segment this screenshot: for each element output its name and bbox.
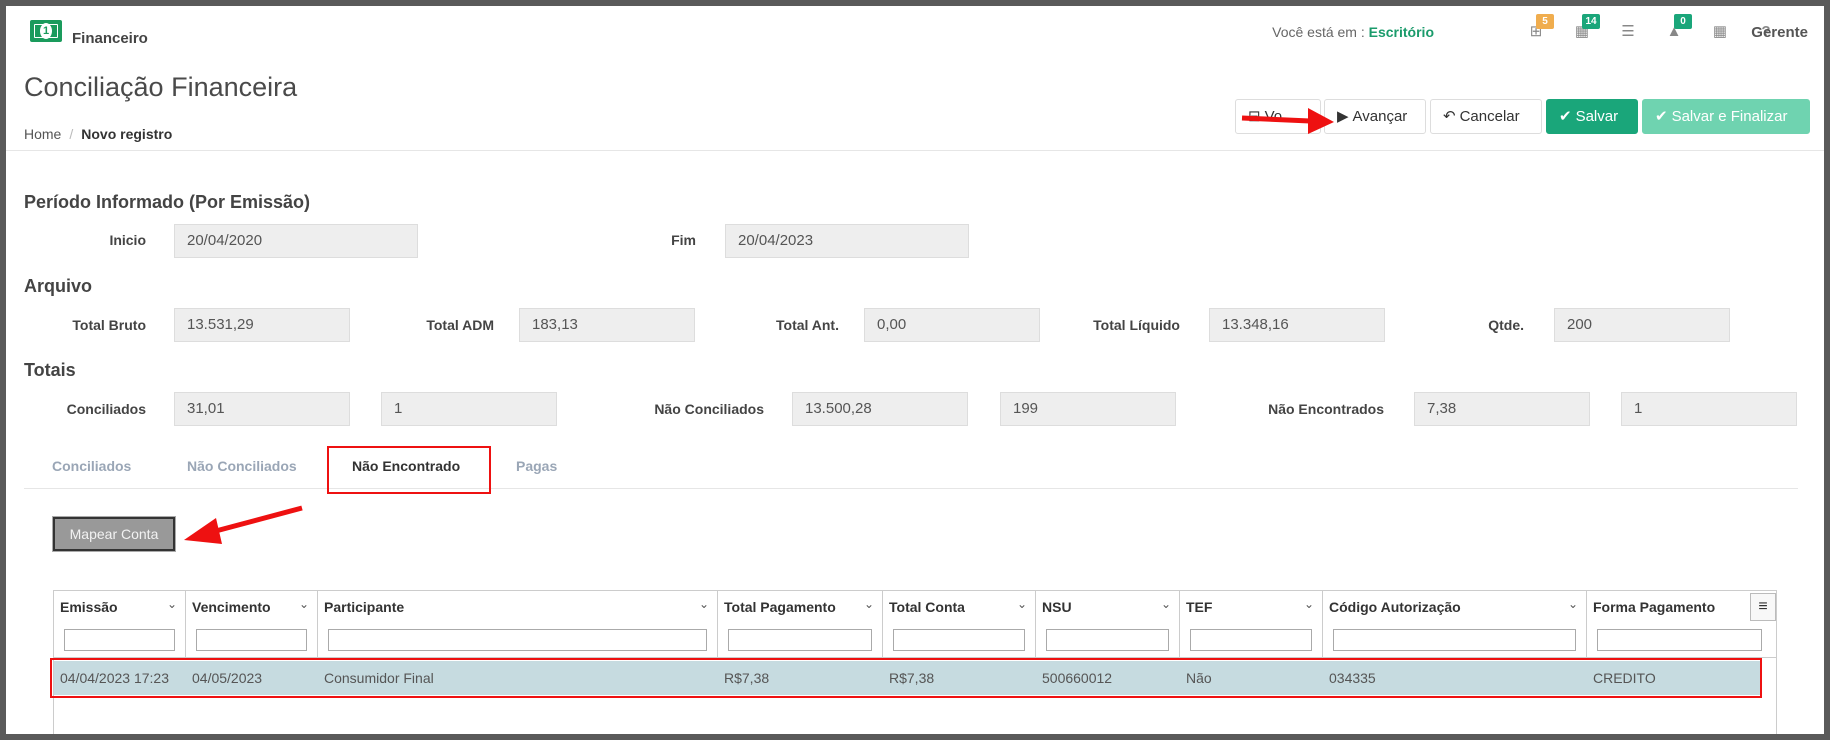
conciliados-qtd-field[interactable]: 1 <box>381 392 557 426</box>
page-title: Conciliação Financeira <box>24 72 298 102</box>
nao-conciliados-valor-field[interactable]: 13.500,28 <box>792 392 968 426</box>
chevron-down-icon[interactable]: ⌄ <box>1017 597 1027 611</box>
filter-input[interactable] <box>328 629 707 651</box>
chevron-down-icon[interactable]: ⌄ <box>299 597 309 611</box>
notification-badge: 5 <box>1536 14 1554 29</box>
filter-input[interactable] <box>893 629 1025 651</box>
total-adm-field[interactable]: 183,13 <box>519 308 695 342</box>
nao-conciliados-qtd-field[interactable]: 199 <box>1000 392 1176 426</box>
nao-conciliados-label: Não Conciliados <box>654 401 764 417</box>
filter-input[interactable] <box>1333 629 1576 651</box>
fim-field[interactable]: 20/04/2023 <box>725 224 969 258</box>
filter-input[interactable] <box>1597 629 1762 651</box>
column-header[interactable]: Vencimento ⌄ <box>186 591 318 657</box>
play-icon: ▶ <box>1337 108 1349 125</box>
filter-input[interactable] <box>1190 629 1312 651</box>
mapear-conta-button[interactable]: Mapear Conta <box>53 517 175 551</box>
menu-icon[interactable]: ≡ <box>1750 593 1776 621</box>
undo-icon: ↶ <box>1443 108 1456 125</box>
tab-conciliados[interactable]: Conciliados <box>52 458 131 474</box>
column-header[interactable]: Total Pagamento ⌄ <box>718 591 883 657</box>
column-header[interactable]: Código Autorização ⌄ <box>1323 591 1587 657</box>
cancelar-button[interactable]: ↶ Cancelar <box>1430 99 1542 134</box>
app-window: Financeiro Você está em : Escritório ⊞5 … <box>6 6 1824 734</box>
chevron-down-icon[interactable]: ⌄ <box>699 597 709 611</box>
annotation-arrow <box>1241 108 1334 134</box>
section-arquivo: Arquivo <box>24 276 93 296</box>
breadcrumb-separator: / <box>69 126 74 142</box>
grid-header: Emissão ⌄ Vencimento ⌄ Participante ⌄ Total… <box>54 591 1776 658</box>
tab-nao-conciliados[interactable]: Não Conciliados <box>187 458 297 474</box>
chevron-down-icon[interactable]: ⌄ <box>1304 597 1314 611</box>
inicio-field[interactable]: 20/04/2020 <box>174 224 418 258</box>
fim-label: Fim <box>671 232 696 248</box>
column-header[interactable]: Total Conta ⌄ <box>883 591 1036 657</box>
column-header[interactable]: Forma Pagamento <box>1587 591 1762 657</box>
column-header[interactable]: NSU ⌄ <box>1036 591 1180 657</box>
location: Você está em : Escritório <box>1272 24 1434 40</box>
chevron-down-icon[interactable]: ⌄ <box>864 597 874 611</box>
filter-input[interactable] <box>196 629 307 651</box>
calendar-icon[interactable]: ▦ <box>1710 22 1730 42</box>
salvar-finalizar-button[interactable]: ✔ Salvar e Finalizar <box>1642 99 1810 134</box>
filter-input[interactable] <box>64 629 175 651</box>
total-liquido-field[interactable]: 13.348,16 <box>1209 308 1385 342</box>
breadcrumb-current: Novo registro <box>81 126 173 142</box>
conciliados-label: Conciliados <box>66 401 146 417</box>
notification-badge: 14 <box>1582 14 1600 29</box>
section-periodo: Período Informado (Por Emissão) <box>24 192 311 212</box>
highlight-box <box>327 446 491 494</box>
qtde-field[interactable]: 200 <box>1554 308 1730 342</box>
filter-input[interactable] <box>728 629 872 651</box>
nao-encontrados-valor-field[interactable]: 7,38 <box>1414 392 1590 426</box>
column-header[interactable]: TEF ⌄ <box>1180 591 1323 657</box>
grid-icon[interactable]: ▦ 14 <box>1572 14 1600 42</box>
total-bruto-label: Total Bruto <box>72 317 146 333</box>
salvar-button[interactable]: ✔ Salvar <box>1546 99 1638 134</box>
column-header[interactable]: Emissão ⌄ <box>54 591 186 657</box>
money-icon <box>30 20 62 42</box>
annotation-arrow <box>184 505 303 544</box>
chevron-down-icon[interactable]: ⌄ <box>167 597 177 611</box>
total-ant-field[interactable]: 0,00 <box>864 308 1040 342</box>
breadcrumb: Home / Novo registro <box>24 126 172 142</box>
chevron-down-icon[interactable]: ⌄ <box>1161 597 1171 611</box>
inicio-label: Inicio <box>109 232 146 248</box>
user-menu[interactable]: Gerente <box>1751 24 1808 41</box>
tab-pagas[interactable]: Pagas <box>516 458 557 474</box>
tab-divider <box>24 488 1798 489</box>
highlight-box <box>50 658 1762 698</box>
avancar-button[interactable]: ▶ Avançar <box>1324 99 1426 134</box>
total-ant-label: Total Ant. <box>776 317 839 333</box>
nao-encontrados-label: Não Encontrados <box>1268 401 1384 417</box>
qtde-label: Qtde. <box>1488 317 1524 333</box>
filter-input[interactable] <box>1046 629 1169 651</box>
check-icon: ✔ <box>1655 108 1668 125</box>
breadcrumb-home[interactable]: Home <box>24 126 61 142</box>
total-liquido-label: Total Líquido <box>1093 317 1180 333</box>
sitemap-icon[interactable]: ⊞ 5 <box>1526 14 1554 42</box>
app-name: Financeiro <box>72 30 148 47</box>
bell-icon[interactable]: ▲ 0 <box>1664 14 1692 42</box>
nao-encontrados-qtd-field[interactable]: 1 <box>1621 392 1797 426</box>
check-icon: ✔ <box>1559 108 1572 125</box>
top-bar: Financeiro Você está em : Escritório ⊞5 … <box>6 6 1824 65</box>
chevron-down-icon[interactable]: ⌄ <box>1568 597 1578 611</box>
section-totais: Totais <box>24 360 76 380</box>
conciliados-valor-field[interactable]: 31,01 <box>174 392 350 426</box>
location-label: Você está em : <box>1272 24 1365 40</box>
total-bruto-field[interactable]: 13.531,29 <box>174 308 350 342</box>
notification-badge: 0 <box>1674 14 1692 29</box>
total-adm-label: Total ADM <box>426 317 494 333</box>
location-value[interactable]: Escritório <box>1369 24 1434 40</box>
server-icon[interactable]: ☰ <box>1618 22 1638 42</box>
column-header[interactable]: Participante ⌄ <box>318 591 718 657</box>
